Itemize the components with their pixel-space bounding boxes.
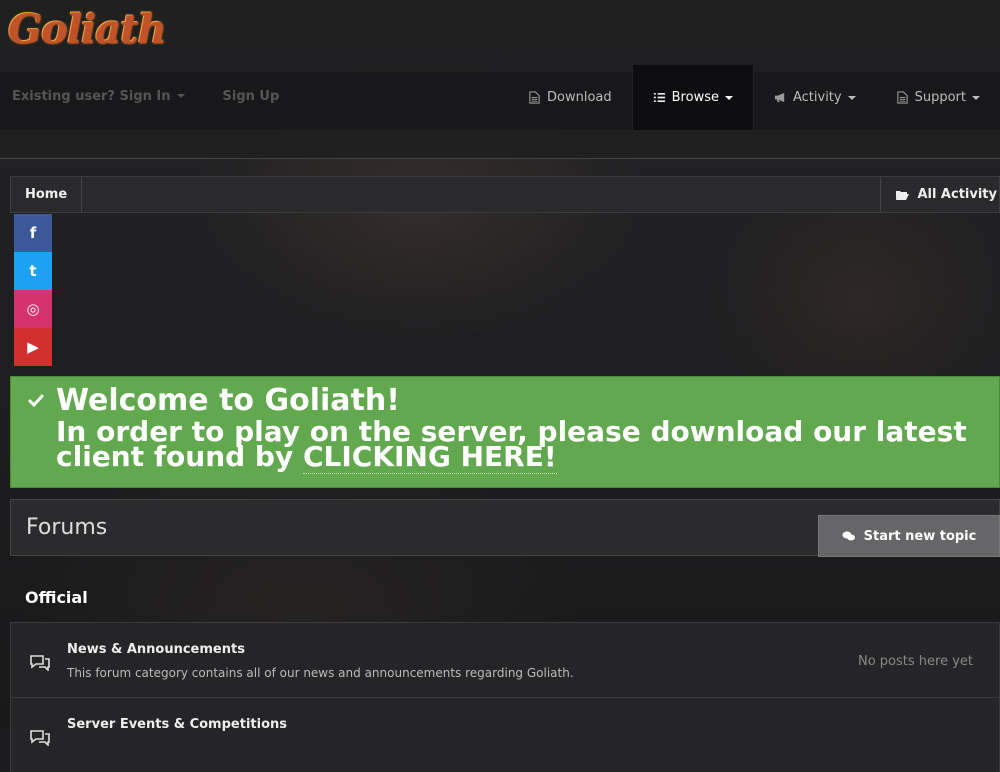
comments-icon: [30, 655, 50, 671]
page-title: Forums: [26, 515, 108, 540]
youtube-icon[interactable]: ▶: [14, 328, 52, 366]
download-client-link[interactable]: CLICKING HERE!: [302, 440, 557, 474]
start-new-topic-label: Start new topic: [863, 528, 977, 544]
all-activity-link[interactable]: All Activity: [880, 177, 999, 212]
breadcrumb-home[interactable]: Home: [11, 177, 83, 212]
nav-download[interactable]: Download: [508, 65, 632, 130]
file-icon: [529, 91, 540, 104]
sub-navigation-bar: [0, 130, 1000, 159]
file-icon: [896, 91, 908, 104]
nav-activity-label: Activity: [792, 90, 842, 105]
forum-title[interactable]: Server Events & Competitions: [67, 717, 287, 732]
welcome-message: In order to play on the server, please d…: [56, 418, 986, 474]
last-post-info: No posts here yet: [857, 654, 973, 669]
sign-in-link[interactable]: Existing user? Sign In: [12, 89, 185, 104]
nav-support-label: Support: [914, 90, 966, 105]
list-item[interactable]: Server Events & Competitions: [10, 697, 1000, 772]
facebook-icon[interactable]: f: [14, 214, 52, 252]
folder-open-icon: [896, 190, 910, 200]
all-activity-label: All Activity: [917, 187, 997, 202]
start-new-topic-button[interactable]: Start new topic: [818, 515, 1000, 557]
primary-nav: Download Browse Activity Support: [508, 65, 1000, 130]
chevron-down-icon: [847, 95, 856, 104]
user-links: Existing user? Sign In Sign Up: [12, 89, 279, 104]
forum-title[interactable]: News & Announcements: [67, 642, 245, 657]
forum-list: News & Announcements This forum category…: [10, 622, 1000, 772]
forum-description: This forum category contains all of our …: [67, 666, 574, 680]
chevron-down-icon: [972, 95, 980, 104]
chevron-down-icon: [176, 94, 185, 102]
breadcrumb: Home All Activity: [10, 176, 1000, 213]
welcome-title: Welcome to Goliath!: [56, 383, 400, 418]
list-icon: [653, 92, 665, 103]
nav-activity[interactable]: Activity: [754, 65, 876, 130]
header: Goliath: [0, 0, 1000, 72]
social-links: f t ◎ ▶: [14, 214, 52, 366]
main-navigation: Existing user? Sign In Sign Up Download …: [0, 65, 1000, 131]
sign-up-link[interactable]: Sign Up: [223, 89, 280, 104]
comments-icon: [842, 531, 855, 541]
list-item[interactable]: News & Announcements This forum category…: [10, 622, 1000, 697]
megaphone-icon: [774, 92, 785, 103]
twitter-icon[interactable]: t: [14, 252, 52, 290]
nav-support[interactable]: Support: [876, 65, 1000, 130]
chevron-down-icon: [724, 95, 733, 104]
category-title: Official: [25, 588, 88, 607]
instagram-icon[interactable]: ◎: [14, 290, 52, 328]
comments-icon: [30, 730, 50, 746]
nav-browse-label: Browse: [671, 90, 719, 105]
nav-browse[interactable]: Browse: [631, 65, 754, 130]
site-logo[interactable]: Goliath: [8, 6, 167, 53]
welcome-banner: Welcome to Goliath! In order to play on …: [10, 376, 1000, 488]
nav-download-label: Download: [547, 90, 612, 105]
checkmark-icon: [27, 393, 45, 408]
